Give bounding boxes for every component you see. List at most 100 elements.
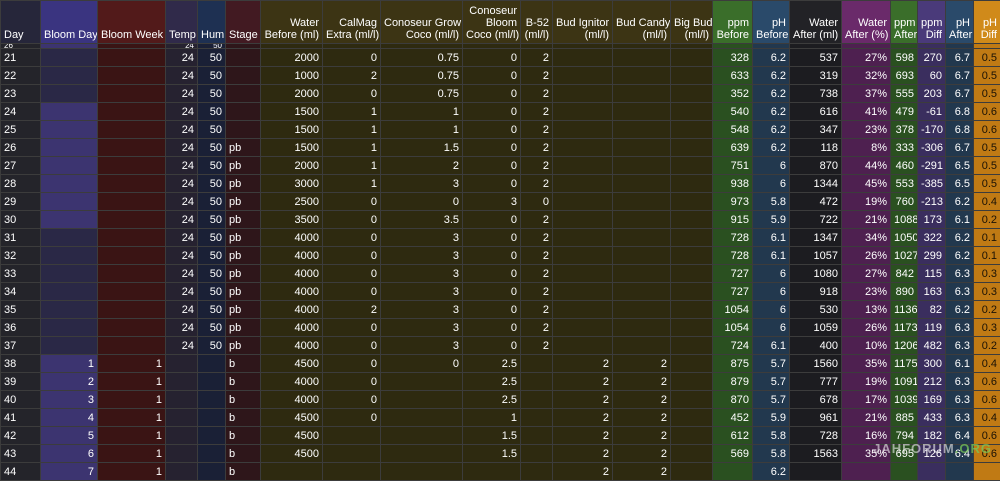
cell-day[interactable]: 41 [1, 409, 41, 427]
cell-grow[interactable]: 0 [381, 193, 463, 211]
cell-water-after[interactable]: 1563 [790, 445, 842, 463]
cell-water-after[interactable]: 616 [790, 103, 842, 121]
cell-stage[interactable]: pb [226, 247, 261, 265]
cell-grow[interactable] [381, 373, 463, 391]
cell-water-after[interactable]: 319 [790, 67, 842, 85]
cell-bigbud[interactable] [671, 139, 713, 157]
cell-calmag[interactable] [323, 445, 381, 463]
cell-ignitor[interactable]: 2 [553, 463, 613, 481]
cell-water-before[interactable]: 2000 [261, 85, 323, 103]
cell-ph-diff[interactable]: 0.5 [974, 85, 1000, 103]
cell-bigbud[interactable] [671, 319, 713, 337]
cell-water-before[interactable]: 4000 [261, 229, 323, 247]
cell-hum[interactable] [198, 409, 226, 427]
cell-bloom[interactable]: 1.5 [463, 445, 521, 463]
cell-calmag[interactable]: 0 [323, 85, 381, 103]
cell-bloom-week[interactable] [98, 157, 166, 175]
cell-ppm-before[interactable]: 639 [713, 139, 753, 157]
cell-stage[interactable]: pb [226, 229, 261, 247]
cell-calmag[interactable]: 0 [323, 283, 381, 301]
cell-hum[interactable] [198, 427, 226, 445]
cell-water-pct[interactable]: 27% [842, 49, 891, 67]
cell-day[interactable]: 44 [1, 463, 41, 481]
cell-ph-after[interactable]: 6.3 [946, 373, 974, 391]
cell-water-pct[interactable]: 35% [842, 355, 891, 373]
cell-ppm-diff[interactable]: -170 [918, 121, 946, 139]
cell-stage[interactable]: b [226, 463, 261, 481]
cell-water-pct[interactable]: 26% [842, 319, 891, 337]
cell-water-pct[interactable]: 21% [842, 409, 891, 427]
cell-bloom-week[interactable] [98, 67, 166, 85]
cell-hum[interactable]: 50 [198, 67, 226, 85]
cell-ppm-diff[interactable] [918, 463, 946, 481]
cell-grow[interactable]: 1.5 [381, 139, 463, 157]
cell-candy[interactable]: 2 [613, 445, 671, 463]
cell-ph-diff[interactable]: 0.6 [974, 373, 1000, 391]
cell-candy[interactable] [613, 265, 671, 283]
cell-ppm-before[interactable]: 751 [713, 157, 753, 175]
cell-ppm-before[interactable]: 548 [713, 121, 753, 139]
cell-calmag[interactable]: 0 [323, 229, 381, 247]
cell-day[interactable]: 38 [1, 355, 41, 373]
column-header-water-pct[interactable]: WaterAfter (%) [842, 1, 891, 44]
cell-bloom-week[interactable] [98, 265, 166, 283]
cell-hum[interactable]: 50 [198, 211, 226, 229]
cell-candy[interactable] [613, 247, 671, 265]
cell-hum[interactable] [198, 463, 226, 481]
cell-temp[interactable]: 24 [166, 301, 198, 319]
cell-ppm-diff[interactable]: -291 [918, 157, 946, 175]
cell-candy[interactable] [613, 103, 671, 121]
cell-ppm-before[interactable]: 452 [713, 409, 753, 427]
cell-water-after[interactable]: 1057 [790, 247, 842, 265]
cell-bloom[interactable]: 0 [463, 157, 521, 175]
cell-hum[interactable]: 50 [198, 193, 226, 211]
cell-temp[interactable]: 24 [166, 103, 198, 121]
cell-candy[interactable] [613, 193, 671, 211]
cell-water-pct[interactable]: 27% [842, 265, 891, 283]
cell-hum[interactable]: 50 [198, 85, 226, 103]
cell-water-after[interactable]: 1080 [790, 265, 842, 283]
cell-bloom-week[interactable] [98, 193, 166, 211]
cell-ignitor[interactable]: 2 [553, 391, 613, 409]
cell-ppm-after[interactable]: 1039 [891, 391, 918, 409]
column-header-candy[interactable]: Bud Candy(ml/l) [613, 1, 671, 44]
cell-stage[interactable]: pb [226, 193, 261, 211]
cell-bigbud[interactable] [671, 67, 713, 85]
cell-calmag[interactable]: 0 [323, 355, 381, 373]
cell-b52[interactable]: 0 [521, 193, 553, 211]
cell-grow[interactable]: 2 [381, 157, 463, 175]
cell-bloom-day[interactable] [41, 301, 98, 319]
cell-ph-before[interactable]: 6 [753, 283, 790, 301]
cell-water-after[interactable]: 961 [790, 409, 842, 427]
cell-ph-after[interactable]: 6.2 [946, 301, 974, 319]
cell-b52[interactable] [521, 409, 553, 427]
cell-ppm-before[interactable]: 973 [713, 193, 753, 211]
cell-ph-after[interactable]: 6.3 [946, 337, 974, 355]
cell-calmag[interactable]: 1 [323, 103, 381, 121]
cell-temp[interactable]: 24 [166, 247, 198, 265]
cell-bloom-day[interactable]: 4 [41, 409, 98, 427]
cell-hum[interactable]: 50 [198, 103, 226, 121]
cell-bloom[interactable]: 2.5 [463, 355, 521, 373]
cell-water-pct[interactable]: 45% [842, 175, 891, 193]
cell-b52[interactable] [521, 373, 553, 391]
cell-hum[interactable] [198, 355, 226, 373]
cell-bloom-day[interactable] [41, 265, 98, 283]
cell-ph-diff[interactable]: 0.2 [974, 211, 1000, 229]
cell-ppm-diff[interactable]: 163 [918, 283, 946, 301]
cell-water-before[interactable]: 4500 [261, 445, 323, 463]
cell-hum[interactable] [198, 373, 226, 391]
cell-grow[interactable]: 1 [381, 121, 463, 139]
cell-water-before[interactable]: 4000 [261, 319, 323, 337]
cell-bloom-week[interactable] [98, 337, 166, 355]
cell-ppm-after[interactable]: 1206 [891, 337, 918, 355]
cell-b52[interactable]: 2 [521, 211, 553, 229]
cell-stage[interactable]: pb [226, 319, 261, 337]
cell-ppm-diff[interactable]: 82 [918, 301, 946, 319]
cell-ph-before[interactable]: 6.1 [753, 229, 790, 247]
cell-ppm-diff[interactable]: -385 [918, 175, 946, 193]
cell-bigbud[interactable] [671, 463, 713, 481]
cell-candy[interactable]: 2 [613, 463, 671, 481]
cell-bloom-week[interactable] [98, 319, 166, 337]
cell-calmag[interactable]: 0 [323, 247, 381, 265]
